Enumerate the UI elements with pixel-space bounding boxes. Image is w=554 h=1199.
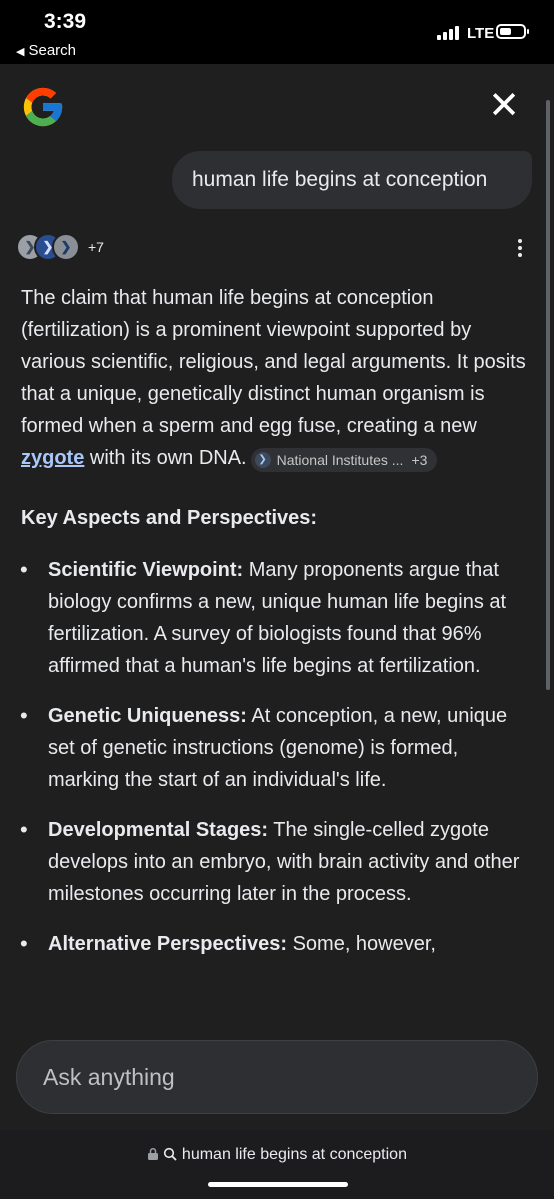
ai-mode-panel: ✕ human life begins at conception ❯ ❯ ❯ … [0, 64, 554, 1130]
lock-icon [148, 1147, 159, 1160]
google-g-logo-icon [23, 87, 63, 127]
status-bar: 3:39 ◀ Search LTE [0, 0, 554, 64]
ask-placeholder: Ask anything [43, 1063, 175, 1090]
citation-chip[interactable]: ❯ National Institutes ... +3 [250, 448, 438, 472]
citation-label: National Institutes ... [276, 452, 404, 468]
ask-anything-input[interactable]: Ask anything [16, 1040, 538, 1114]
citation-favicon-icon: ❯ [254, 452, 271, 468]
back-triangle-icon: ◀ [16, 46, 25, 58]
source-favicon-icon: ❯ [52, 233, 80, 261]
browser-url-bar[interactable]: human life begins at conception [0, 1130, 554, 1199]
battery-icon [496, 24, 529, 39]
cellular-signal-icon [437, 26, 463, 40]
list-item: Scientific Viewpoint: Many proponents ar… [20, 554, 533, 682]
list-item: Alternative Perspectives: Some, however, [20, 928, 533, 960]
url-text: human life begins at conception [181, 1146, 407, 1163]
back-label: Search [28, 42, 76, 59]
more-options-icon[interactable] [512, 236, 528, 262]
network-type-label: LTE [467, 25, 495, 42]
home-indicator[interactable] [208, 1182, 348, 1187]
close-button[interactable]: ✕ [484, 86, 524, 126]
search-icon [164, 1147, 178, 1161]
perspectives-list: Scientific Viewpoint: Many proponents ar… [20, 554, 533, 960]
sources-more-count: +7 [88, 239, 104, 255]
status-time: 3:39 [44, 10, 87, 33]
citation-more: +3 [411, 452, 428, 468]
user-query-text: human life begins at conception [192, 168, 488, 191]
list-item: Developmental Stages: The single-celled … [20, 814, 533, 910]
section-heading: Key Aspects and Perspectives: [21, 507, 318, 529]
back-to-search-link[interactable]: ◀ Search [16, 42, 76, 59]
url-display[interactable]: human life begins at conception [0, 1146, 554, 1164]
scrollbar[interactable] [546, 100, 550, 690]
ai-answer: The claim that human life begins at conc… [20, 282, 533, 978]
source-icons-row[interactable]: ❯ ❯ ❯ +7 [16, 232, 104, 262]
answer-intro: The claim that human life begins at conc… [21, 282, 533, 474]
list-item: Genetic Uniqueness: At conception, a new… [20, 700, 533, 796]
content-fade [0, 1004, 554, 1044]
zygote-link[interactable]: zygote [21, 447, 84, 469]
user-query-bubble: human life begins at conception [172, 151, 532, 209]
